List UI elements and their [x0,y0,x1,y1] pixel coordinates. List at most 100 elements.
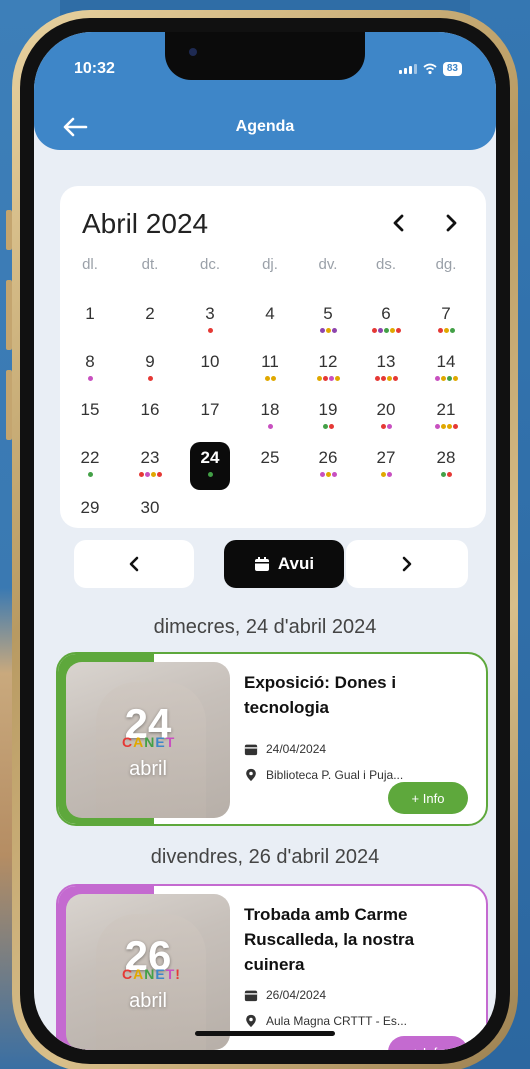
day-number: 4 [265,304,275,323]
event-location-text: Aula Magna CRTTT - Es... [266,1014,407,1028]
day-number: 15 [80,400,100,419]
calendar-day[interactable]: 10 [190,346,230,394]
event-dot [389,328,395,333]
calendar-day[interactable]: 9 [130,346,170,394]
calendar-day[interactable]: 3 [190,298,230,346]
event-thumbnail: 26 CANET! abril [66,894,230,1050]
calendar-day[interactable]: 7 [426,298,466,346]
calendar-day[interactable]: 30 [130,492,170,540]
calendar-day[interactable]: 11 [250,346,290,394]
calendar-day[interactable]: 16 [130,394,170,442]
calendar-day[interactable]: 21 [426,394,466,442]
previous-day-button[interactable] [74,540,194,588]
calendar-day[interactable]: 1 [70,298,110,346]
event-dots [371,472,401,477]
weekday-label: dt. [141,256,159,273]
event-dot [334,376,340,381]
day-number: 23 [140,448,160,467]
day-number: 5 [323,304,333,323]
event-thumbnail: 24 CANET abril [66,662,230,818]
event-dot [207,328,213,333]
calendar-day[interactable]: 28 [426,442,466,490]
calendar-day[interactable]: 5 [308,298,348,346]
event-dot [322,376,328,381]
event-dot [386,472,392,477]
weekday-header: dl. dt. dc. dj. dv. ds. dg. [60,256,486,276]
calendar-icon [254,557,269,571]
volume-down-button [6,370,12,440]
event-dot [440,424,446,429]
mute-switch [6,210,12,250]
calendar-day[interactable]: 4 [250,298,290,346]
day-number: 25 [260,448,280,467]
day-number: 22 [80,448,100,467]
chevron-right-icon[interactable] [438,210,464,236]
calendar-day[interactable]: 18 [250,394,290,442]
event-dot [446,376,452,381]
canet-logo: CANET [122,734,176,750]
battery-icon: 83 [442,62,462,76]
event-dots [135,376,165,381]
event-dots [313,424,343,429]
event-dot [156,472,162,477]
calendar-day[interactable]: 13 [366,346,406,394]
event-card[interactable]: 24 CANET abril Exposició: Dones i tecnol… [56,652,488,826]
weekday-label: dv. [318,256,338,273]
chevron-left-icon[interactable] [386,210,412,236]
event-dot [446,472,452,477]
canet-logo: CANET! [122,966,181,982]
day-number: 7 [441,304,451,323]
calendar-day[interactable]: 22 [70,442,110,490]
calendar-day[interactable]: 17 [190,394,230,442]
calendar-day[interactable]: 25 [250,442,290,490]
event-title: Trobada amb Carme Ruscalleda, la nostra … [244,905,415,974]
event-dot [386,424,392,429]
calendar-day[interactable]: 6 [366,298,406,346]
calendar-day[interactable]: 29 [70,492,110,540]
event-location: Biblioteca P. Gual i Puja... [244,768,474,782]
today-button[interactable]: Avui [224,540,344,588]
calendar-day[interactable]: 23 [130,442,170,490]
calendar-day[interactable]: 8 [70,346,110,394]
calendar-day[interactable]: 15 [70,394,110,442]
volume-up-button [6,280,12,350]
event-dot [395,328,401,333]
weekday-label: dj. [262,256,278,273]
date-heading: dimecres, 24 d'abril 2024 [153,616,377,638]
day-number: 27 [376,448,396,467]
event-dots [371,424,401,429]
event-date: 24/04/2024 [244,742,474,756]
calendar-day-selected[interactable]: 24 [190,442,230,490]
page-title: Agenda [235,118,295,135]
day-navigation: Avui [74,540,474,588]
calendar-day[interactable]: 19 [308,394,348,442]
calendar-day[interactable]: 14 [426,346,466,394]
event-date-text: 24/04/2024 [266,742,327,756]
event-dot [392,376,398,381]
event-dot [380,376,386,381]
next-day-button[interactable] [346,540,468,588]
event-card[interactable]: 26 CANET! abril Trobada amb Carme Ruscal… [56,884,488,1050]
event-dot [319,328,325,333]
calendar-day[interactable]: 26 [308,442,348,490]
calendar-day[interactable]: 2 [130,298,170,346]
weekday-label: dg. [435,256,457,273]
event-dots [431,328,461,333]
calendar-day[interactable]: 20 [366,394,406,442]
status-time: 10:32 [74,60,115,77]
location-pin-icon [246,768,256,782]
day-number: 21 [436,400,456,419]
calendar-day[interactable]: 12 [308,346,348,394]
event-dot [270,376,276,381]
event-dots [195,328,225,333]
app-screen: 10:32 83 Agenda Abril 2024 dl. dt. dc. d… [34,32,496,1050]
calendar-icon [244,744,258,756]
day-number: 1 [85,304,95,323]
event-dot [437,328,443,333]
day-number: 10 [200,352,220,371]
day-number: 6 [381,304,391,323]
event-dot [316,376,322,381]
more-info-button[interactable]: + Info [388,782,468,814]
calendar-day[interactable]: 27 [366,442,406,490]
more-info-button[interactable]: + Info [388,1036,468,1050]
